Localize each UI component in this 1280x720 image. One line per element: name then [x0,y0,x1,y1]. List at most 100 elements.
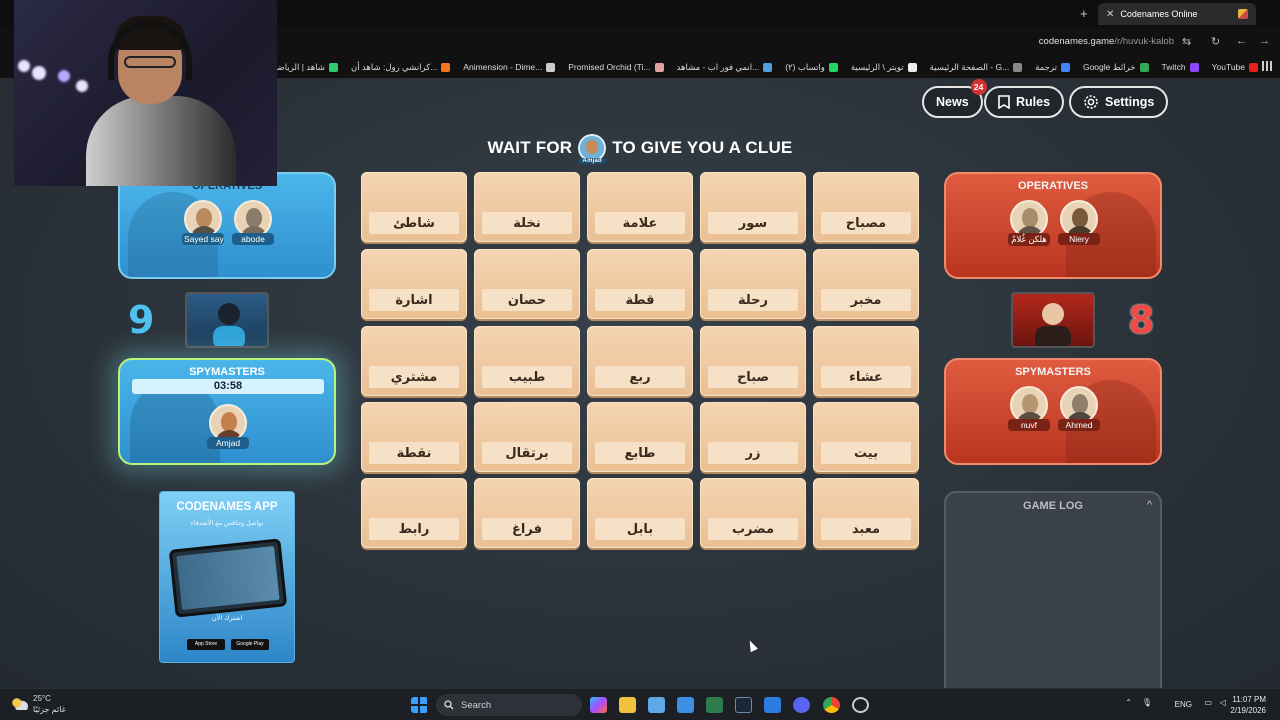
start-icon[interactable] [411,697,428,713]
clue-player-avatar: Amjad [578,134,607,164]
news-count-badge: 24 [970,79,987,95]
word-card[interactable]: حصان [474,249,580,319]
weather-desc: غائم جزئيًا [33,705,66,714]
rules-button[interactable]: Rules [984,86,1065,118]
steam-icon[interactable] [735,697,752,713]
url-field[interactable]: codenames.game/r/huvuk-kalob [1039,36,1174,47]
word-card-label: طبيب [482,366,572,388]
word-card[interactable]: سور [700,172,806,242]
red-spymaster-1[interactable]: Ahmed [1058,386,1100,431]
back-icon[interactable]: ← [1236,35,1247,47]
temperature: 25°C [33,694,51,703]
bookmark-item[interactable]: شاهد | الرياضة [273,62,338,73]
news-button[interactable]: News 24 [922,79,987,118]
word-card-label: بيت [821,442,911,464]
word-card-label: علامة [595,212,685,234]
taskbar-search[interactable]: Search [436,694,582,716]
bookmark-favicon-icon [828,62,838,72]
word-card[interactable]: رابط [361,478,467,548]
red-operative-0[interactable]: هلكن غُلامٌ [1008,200,1050,246]
word-card[interactable]: طابع [587,402,693,472]
word-card[interactable]: نقطة [361,402,467,472]
store-icon[interactable] [677,697,694,713]
red-agent-card [1011,292,1095,348]
player-name: Amjad [207,437,249,449]
word-card[interactable]: شاطئ [361,172,467,242]
word-card[interactable]: بابل [587,478,693,548]
player-name: Ahmed [1058,419,1100,431]
word-card[interactable]: معبد [813,478,919,548]
red-spymaster-0[interactable]: nuvf [1008,386,1050,431]
blue-spymasters-title: SPYMASTERS [189,366,265,378]
clue-prefix: WAIT FOR [487,138,573,157]
language-indicator[interactable]: ENG [1175,700,1192,709]
word-card[interactable]: رحلة [700,249,806,319]
bookmark-favicon-icon [1139,62,1149,72]
word-card-label: ربع [595,366,685,388]
word-card[interactable]: بيت [813,402,919,472]
bookmark-item[interactable]: YouTube [1212,62,1258,72]
red-operative-1[interactable]: Niery [1058,200,1100,245]
obs-icon[interactable] [852,697,869,713]
clock[interactable]: 11:07 PM 2/19/2026 [1206,694,1266,716]
url-path: /r/huvuk-kalob [1114,36,1174,47]
word-card-label: رابط [369,518,459,540]
word-card[interactable]: مضرب [700,478,806,548]
promo-cta: اشترك الآن [211,615,243,622]
word-card[interactable]: فراغ [474,478,580,548]
bookmark-favicon-icon [907,62,917,72]
codenames-app-promo[interactable]: CODENAMES APP تواصل وتنافس مع الأصدقاء ا… [159,491,295,663]
blue-operative-0[interactable]: Sayed say [182,200,224,245]
bookmark-item[interactable]: Animension - Dime... [463,62,556,72]
chrome-icon[interactable] [823,697,840,713]
word-card[interactable]: صباح [700,326,806,396]
page-action-icon[interactable]: ⇆ [1182,35,1191,48]
chevron-up-icon[interactable]: ⌃ [1125,698,1132,707]
mail-icon[interactable] [764,697,781,713]
word-card[interactable]: اشارة [361,249,467,319]
word-card[interactable]: نخلة [474,172,580,242]
bookmark-item[interactable]: تويتر \ الرئيسية [851,62,917,73]
forward-icon[interactable]: → [1259,35,1270,47]
blue-operative-1[interactable]: abode [232,200,274,245]
photos-icon[interactable] [648,697,665,713]
bookmark-item[interactable]: انمي فور اب - مشاهد... [677,62,773,73]
all-bookmarks-icon[interactable] [1262,61,1272,71]
mic-icon[interactable]: 🎙 [1142,698,1152,707]
bookmark-label: ترجمة [1035,61,1057,72]
settings-button[interactable]: Settings [1069,86,1169,118]
discord-icon[interactable] [793,697,810,713]
bookmark-item[interactable]: Twitch [1162,62,1199,72]
bookmark-item[interactable]: كرانشي رول: شاهد أن... [351,62,451,73]
app-icon[interactable] [706,697,723,713]
word-card[interactable]: ربع [587,326,693,396]
word-card[interactable]: قطة [587,249,693,319]
file-explorer-icon[interactable] [619,697,636,713]
bookmark-item[interactable]: الصفحة الرئيسية - G... [930,62,1023,73]
blue-spymaster-0[interactable]: Amjad [207,404,249,449]
reload-icon[interactable]: ↻ [1211,35,1220,48]
collapse-chevron-icon[interactable]: ^ [1147,499,1152,511]
close-tab-icon[interactable]: ✕ [1106,9,1114,20]
word-card[interactable]: برتقال [474,402,580,472]
app-store-badge[interactable]: App Store [187,639,225,650]
word-card[interactable]: عشاء [813,326,919,396]
weather-widget[interactable]: 25°C غائم جزئيًا [12,693,66,715]
google-play-badge[interactable]: Google Play [231,639,269,650]
word-card[interactable]: مصباح [813,172,919,242]
tab-codenames[interactable]: ✕ Codenames Online [1098,3,1256,25]
bookmark-item[interactable]: (٢) واتساب [785,62,838,73]
word-card[interactable]: طبيب [474,326,580,396]
word-card[interactable]: علامة [587,172,693,242]
url-domain: codenames.game [1038,36,1115,47]
word-card-label: سور [708,212,798,234]
copilot-icon[interactable] [590,697,607,713]
rules-label: Rules [1016,95,1051,109]
bookmark-item[interactable]: Promised Orchid (Ti... [568,62,664,72]
bookmark-item[interactable]: Google خرائط [1083,62,1149,73]
word-card[interactable]: مشتري [361,326,467,396]
new-tab-button[interactable]: + [1080,6,1088,21]
word-card[interactable]: زر [700,402,806,472]
word-card[interactable]: مخبر [813,249,919,319]
bookmark-item[interactable]: ترجمة [1035,62,1070,73]
